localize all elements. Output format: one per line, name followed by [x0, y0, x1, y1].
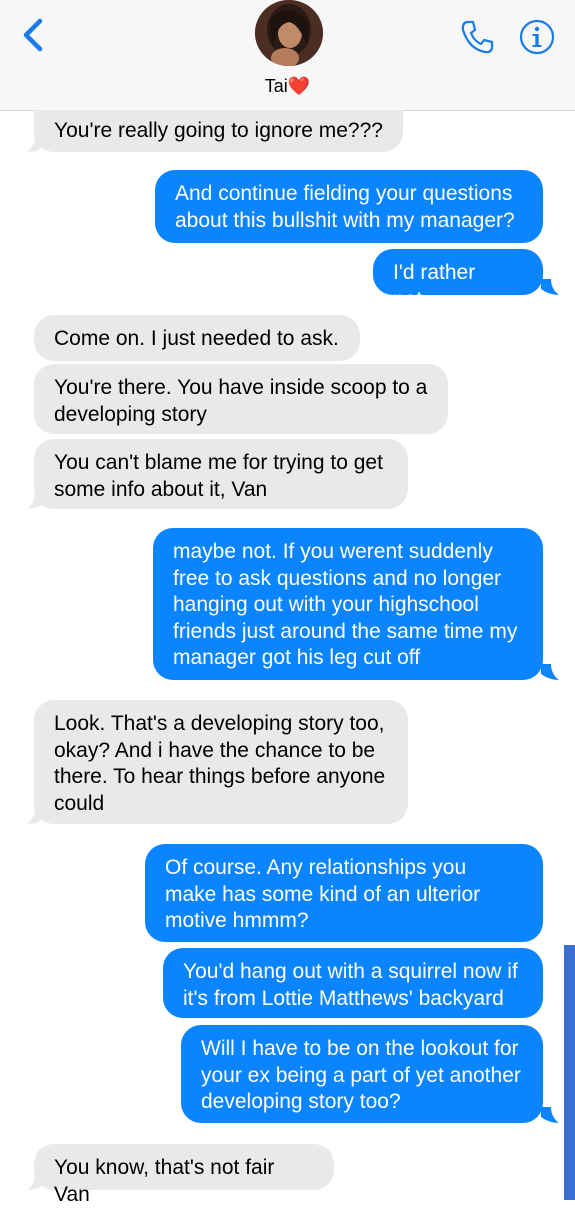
- bubble-tail: [27, 1174, 45, 1190]
- message-bubble-incoming[interactable]: You're there. You have inside scoop to a…: [34, 364, 448, 434]
- message-bubble-outgoing[interactable]: Will I have to be on the lookout for you…: [181, 1025, 543, 1123]
- message-bubble-outgoing[interactable]: maybe not. If you werent suddenly free t…: [153, 528, 543, 680]
- message-bubble-outgoing[interactable]: Of course. Any relationships you make ha…: [145, 844, 543, 942]
- message-bubble-outgoing[interactable]: And continue fielding your questions abo…: [155, 170, 543, 243]
- phone-icon[interactable]: [458, 18, 496, 56]
- info-icon[interactable]: [518, 18, 556, 56]
- message-bubble-outgoing[interactable]: I'd rather not...: [373, 249, 543, 311]
- message-bubble-outgoing[interactable]: You'd hang out with a squirrel now if it…: [163, 948, 543, 1018]
- bubble-tail: [27, 136, 45, 152]
- scrollbar[interactable]: [564, 945, 575, 1200]
- bubble-tail: [541, 664, 559, 680]
- message-bubble-incoming[interactable]: You're really going to ignore me???: [34, 110, 403, 152]
- message-bubble-incoming[interactable]: Come on. I just needed to ask.: [34, 315, 360, 361]
- bubble-tail: [27, 493, 45, 509]
- chevron-left-icon[interactable]: [18, 18, 48, 52]
- message-bubble-incoming[interactable]: You know, that's not fair Van: [34, 1144, 334, 1206]
- conversation-header: Tai❤️: [0, 0, 575, 111]
- contact-name[interactable]: Tai❤️: [0, 76, 575, 97]
- contact-avatar[interactable]: [255, 0, 323, 66]
- heart-emoji: ❤️: [287, 76, 311, 96]
- bubble-tail: [541, 279, 559, 295]
- bubble-tail: [541, 1107, 559, 1123]
- message-bubble-incoming[interactable]: Look. That's a developing story too, oka…: [34, 700, 408, 824]
- message-bubble-incoming[interactable]: You can't blame me for trying to get som…: [34, 439, 408, 509]
- bubble-tail: [27, 808, 45, 824]
